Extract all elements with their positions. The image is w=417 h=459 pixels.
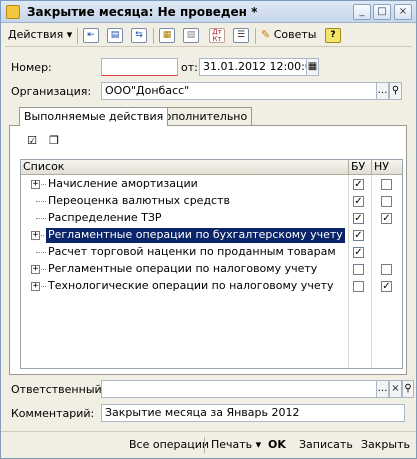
expand-icon[interactable]: +	[31, 231, 40, 240]
close-button[interactable]: Закрыть	[361, 438, 410, 451]
comment-label: Комментарий:	[11, 407, 95, 420]
responsible-label: Ответственный:	[11, 383, 106, 396]
print-label: Печать	[211, 438, 253, 451]
toolbar-divider	[153, 28, 154, 44]
maximize-button[interactable]: □	[373, 4, 391, 20]
lamp-icon: ✎	[261, 28, 271, 41]
post-document-icon[interactable]: ▦	[159, 28, 175, 43]
tips-label: Советы	[273, 28, 317, 41]
nu-checkbox[interactable]	[381, 196, 392, 207]
help-icon[interactable]: ?	[325, 28, 341, 43]
expand-icon[interactable]: +	[31, 180, 40, 189]
all-operations-button[interactable]: Все операции	[129, 438, 209, 451]
uncheck-all-icon[interactable]: ❐	[46, 134, 62, 149]
table-row[interactable]: Распределение ТЗР ✓ ✓	[21, 210, 402, 227]
actions-label: Действия	[8, 28, 64, 41]
organization-label: Организация:	[11, 85, 92, 98]
column-header-bu[interactable]: БУ	[348, 160, 371, 175]
bu-checkbox[interactable]: ✓	[353, 196, 364, 207]
dt-kt-icon[interactable]: Дт Кт	[209, 28, 225, 43]
row-label: Регламентные операции по налоговому учет…	[48, 262, 318, 275]
tree-connector	[36, 252, 46, 253]
select-ellipsis-button[interactable]: …	[376, 380, 389, 398]
table-row[interactable]: + Регламентные операции по налоговому уче…	[21, 261, 402, 278]
table-row[interactable]: Расчет торговой наценки по проданным тов…	[21, 244, 402, 261]
save-button[interactable]: Записать	[299, 438, 353, 451]
operations-table: Список БУ НУ + Начисление амортизации ✓ Пер…	[20, 159, 403, 369]
check-all-icon[interactable]: ☑	[24, 134, 40, 149]
print-button[interactable]: Печать ▾	[211, 438, 261, 451]
toolbar-divider	[255, 28, 256, 44]
row-label: Начисление амортизации	[48, 177, 198, 190]
bu-checkbox[interactable]: ✓	[353, 230, 364, 241]
select-ellipsis-button[interactable]: …	[376, 82, 389, 100]
date-from-label: от:	[181, 61, 198, 74]
tips-button[interactable]: ✎ Советы	[261, 26, 316, 45]
refresh-icon[interactable]: ⇆	[131, 28, 147, 43]
expand-icon[interactable]: +	[31, 282, 40, 291]
number-label: Номер:	[11, 61, 52, 74]
nu-checkbox[interactable]: ✓	[381, 213, 392, 224]
nu-checkbox[interactable]	[381, 264, 392, 275]
number-field[interactable]	[101, 58, 178, 76]
bu-checkbox[interactable]	[353, 264, 364, 275]
window-title: Закрытие месяца: Не проведен *	[27, 5, 258, 19]
clear-icon[interactable]: ×	[389, 380, 402, 398]
tree-connector	[36, 218, 46, 219]
organization-field[interactable]: ООО"Донбасс"	[101, 82, 377, 100]
ok-button[interactable]: OK	[268, 438, 286, 451]
nu-checkbox[interactable]: ✓	[381, 281, 392, 292]
chevron-down-icon: ▾	[255, 438, 262, 451]
calendar-icon[interactable]: ▦	[306, 58, 319, 76]
table-row[interactable]: + Начисление амортизации ✓	[21, 176, 402, 193]
table-row[interactable]: + Регламентные операции по бухгалтерскому…	[21, 227, 402, 244]
row-label: Технологические операции по налоговому у…	[48, 279, 334, 292]
tab-actions[interactable]: Выполняемые действия	[19, 107, 169, 126]
document-window: Закрытие месяца: Не проведен * _ □ × Дей…	[0, 0, 417, 459]
open-search-icon[interactable]: ⚲	[402, 380, 414, 398]
table-row[interactable]: Переоценка валютных средств ✓	[21, 193, 402, 210]
responsible-field[interactable]	[101, 380, 377, 398]
close-window-button[interactable]: ×	[394, 4, 412, 20]
column-header-list[interactable]: Список	[21, 160, 348, 175]
minimize-button[interactable]: _	[353, 4, 371, 20]
toolbar: Действия ▾ ⇤ ▤ ⇆ ▦ ▧ Дт Кт ☰ ✎ Советы ?	[5, 25, 412, 47]
column-header-nu[interactable]: НУ	[371, 160, 402, 175]
bu-checkbox[interactable]	[353, 281, 364, 292]
actions-tab-panel: ☑ ❐ Список БУ НУ + Начисление амортизации…	[9, 125, 407, 375]
table-row[interactable]: + Технологические операции по налоговому …	[21, 278, 402, 295]
bu-checkbox[interactable]: ✓	[353, 179, 364, 190]
open-search-icon[interactable]: ⚲	[389, 82, 402, 100]
tree-connector	[36, 201, 46, 202]
title-bar[interactable]: Закрытие месяца: Не проведен * _ □ ×	[1, 1, 416, 23]
row-label: Переоценка валютных средств	[48, 194, 230, 207]
bu-checkbox[interactable]: ✓	[353, 213, 364, 224]
document-form-icon[interactable]: ▤	[107, 28, 123, 43]
row-label: Расчет торговой наценки по проданным тов…	[48, 245, 336, 258]
actions-menu-button[interactable]: Действия ▾	[8, 26, 72, 45]
arrow-left-icon[interactable]: ⇤	[83, 28, 99, 43]
row-label: Регламентные операции по бухгалтерскому …	[45, 227, 346, 244]
bu-checkbox[interactable]: ✓	[353, 247, 364, 258]
bottom-bar: Все операции Печать ▾ OK Записать Закрыт…	[1, 431, 416, 458]
comment-field[interactable]: Закрытие месяца за Январь 2012	[101, 404, 405, 422]
report-icon[interactable]: ☰	[233, 28, 249, 43]
button-divider	[204, 437, 205, 453]
nu-checkbox[interactable]	[381, 179, 392, 190]
document-icon	[6, 5, 20, 19]
table-header: Список БУ НУ	[21, 160, 402, 175]
chevron-down-icon: ▾	[66, 28, 73, 41]
toolbar-divider	[77, 28, 78, 44]
row-label: Распределение ТЗР	[48, 211, 162, 224]
expand-icon[interactable]: +	[31, 265, 40, 274]
unpost-document-icon[interactable]: ▧	[183, 28, 199, 43]
date-field[interactable]: 31.01.2012 12:00:00	[199, 58, 307, 76]
